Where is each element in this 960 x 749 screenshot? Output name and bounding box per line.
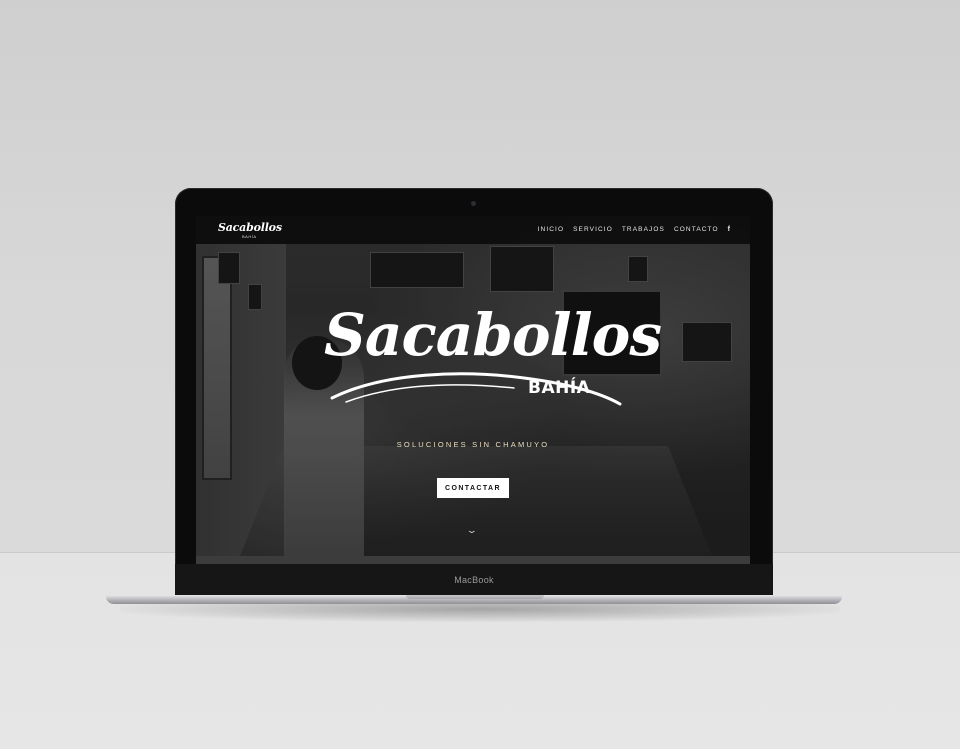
device-label: MacBook bbox=[454, 575, 494, 585]
site-logo-sub: BAHÍA bbox=[242, 234, 257, 239]
laptop-chin: MacBook bbox=[175, 564, 773, 598]
site-logo[interactable]: Sacabollos bbox=[218, 221, 282, 234]
laptop-screen: Sacabollos BAHÍA INICIO SERVICIO TRABAJO… bbox=[196, 216, 750, 564]
main-nav: INICIO SERVICIO TRABAJOS CONTACTO f bbox=[538, 226, 730, 233]
nav-item-contacto[interactable]: CONTACTO bbox=[674, 226, 719, 233]
laptop-notch bbox=[406, 595, 544, 599]
facebook-icon[interactable]: f bbox=[728, 226, 730, 233]
hero-subtitle: BAHÍA bbox=[528, 378, 591, 398]
nav-item-trabajos[interactable]: TRABAJOS bbox=[622, 226, 665, 233]
camera-icon bbox=[471, 201, 476, 206]
nav-item-inicio[interactable]: INICIO bbox=[538, 226, 564, 233]
hero-logo: Sacabollos BAHÍA bbox=[324, 300, 662, 408]
nav-item-servicio[interactable]: SERVICIO bbox=[573, 226, 613, 233]
screen-bottom-strip bbox=[196, 556, 750, 564]
hero-tagline: SOLUCIONES SIN CHAMUYO bbox=[396, 440, 550, 449]
site-header: Sacabollos BAHÍA INICIO SERVICIO TRABAJO… bbox=[196, 216, 750, 244]
contact-button[interactable]: CONTACTAR bbox=[437, 478, 509, 498]
chevron-down-icon[interactable]: ⌄ bbox=[466, 525, 478, 536]
